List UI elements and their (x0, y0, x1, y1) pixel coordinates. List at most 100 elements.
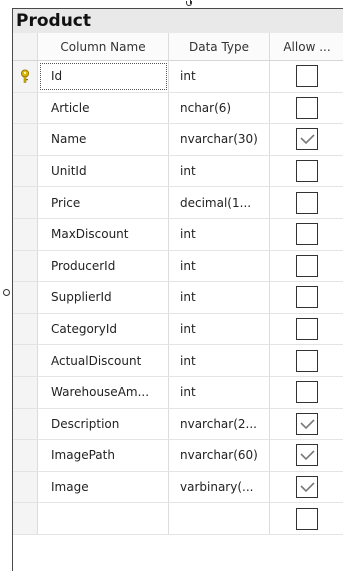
column-row[interactable]: Id int (13, 61, 343, 93)
column-name-cell[interactable]: ImagePath (38, 440, 169, 471)
allow-nulls-cell (270, 93, 343, 124)
row-selector[interactable] (13, 187, 38, 218)
data-type-cell[interactable]: nvarchar(60) (169, 440, 270, 471)
allow-nulls-header[interactable]: Allow ... (270, 33, 343, 60)
row-selector[interactable] (13, 61, 38, 92)
data-type-cell[interactable]: int (169, 313, 270, 345)
column-row[interactable]: MaxDiscount int (13, 218, 343, 251)
row-selector[interactable] (13, 408, 38, 440)
column-row[interactable]: ActualDiscount int (13, 345, 343, 377)
column-name-header[interactable]: Column Name (38, 33, 169, 60)
column-name-cell[interactable]: ActualDiscount (38, 345, 169, 376)
column-name-cell[interactable]: Name (38, 124, 169, 155)
row-selector[interactable] (13, 124, 38, 155)
allow-nulls-cell (270, 503, 343, 534)
column-row[interactable]: CategoryId int (13, 313, 343, 346)
row-selector[interactable] (13, 250, 38, 282)
checkmark-icon (300, 419, 315, 429)
relationship-anchor[interactable] (3, 289, 10, 296)
allow-nulls-checkbox[interactable] (296, 65, 318, 88)
row-selector[interactable] (13, 92, 38, 124)
row-selector[interactable] (13, 282, 38, 313)
row-selector[interactable] (13, 345, 38, 376)
allow-nulls-checkbox[interactable] (296, 507, 318, 530)
allow-nulls-checkbox[interactable] (296, 412, 318, 435)
data-type-header[interactable]: Data Type (169, 33, 270, 60)
row-selector[interactable] (13, 376, 38, 408)
data-type-cell[interactable]: int (169, 218, 270, 250)
column-row[interactable]: WarehouseAm... int (13, 376, 343, 409)
column-name-cell[interactable]: MaxDiscount (38, 218, 169, 250)
data-type-cell[interactable]: int (169, 61, 270, 92)
allow-nulls-checkbox[interactable] (296, 286, 318, 309)
allow-nulls-checkbox[interactable] (296, 381, 318, 404)
data-type-cell[interactable]: nvarchar(30) (169, 124, 270, 155)
allow-nulls-cell (270, 187, 343, 218)
row-selector[interactable] (13, 218, 38, 250)
column-row[interactable]: SupplierId int (13, 282, 343, 314)
column-row[interactable] (13, 503, 343, 535)
allow-nulls-cell (270, 61, 343, 92)
column-name-cell[interactable]: UnitId (38, 155, 169, 187)
allow-nulls-checkbox[interactable] (296, 349, 318, 372)
data-type-cell[interactable]: int (169, 376, 270, 408)
column-name-cell[interactable]: Id (38, 61, 169, 92)
column-row[interactable]: Price decimal(1... (13, 187, 343, 219)
row-selector[interactable] (13, 440, 38, 471)
allow-nulls-checkbox[interactable] (296, 318, 318, 341)
row-selector[interactable] (13, 471, 38, 503)
column-name-cell[interactable]: CategoryId (38, 313, 169, 345)
allow-nulls-cell (270, 377, 343, 408)
allow-nulls-checkbox[interactable] (296, 444, 318, 467)
table-title[interactable]: Product (13, 9, 343, 33)
allow-nulls-checkbox[interactable] (296, 160, 318, 183)
row-selector[interactable] (13, 155, 38, 187)
column-row[interactable]: ImagePath nvarchar(60) (13, 440, 343, 472)
row-selector-header[interactable] (13, 33, 38, 60)
column-name-cell[interactable]: WarehouseAm... (38, 376, 169, 408)
column-name-cell[interactable] (38, 503, 169, 534)
column-name-cell[interactable]: ProducerId (38, 250, 169, 282)
relationship-end-cap (186, 1, 192, 6)
empty-area (13, 535, 343, 571)
row-selector[interactable] (13, 503, 38, 534)
allow-nulls-cell (270, 409, 343, 440)
allow-nulls-cell (270, 156, 343, 187)
allow-nulls-checkbox[interactable] (296, 128, 318, 151)
data-type-cell[interactable]: int (169, 155, 270, 187)
data-type-cell[interactable]: nchar(6) (169, 92, 270, 124)
column-row[interactable]: Article nchar(6) (13, 92, 343, 125)
column-name-cell[interactable]: SupplierId (38, 282, 169, 313)
allow-nulls-cell (270, 282, 343, 313)
allow-nulls-cell (270, 472, 343, 503)
data-type-cell[interactable]: varbinary(... (169, 471, 270, 503)
column-row[interactable]: UnitId int (13, 155, 343, 188)
allow-nulls-cell (270, 440, 343, 471)
checkmark-icon (300, 482, 315, 493)
column-row[interactable]: Name nvarchar(30) (13, 124, 343, 156)
allow-nulls-cell (270, 345, 343, 376)
column-row[interactable]: Description nvarchar(2... (13, 408, 343, 441)
table-designer[interactable]: Product Column Name Data Type Allow ... … (12, 8, 343, 571)
column-row[interactable]: Image varbinary(... (13, 471, 343, 504)
allow-nulls-checkbox[interactable] (296, 223, 318, 246)
allow-nulls-checkbox[interactable] (296, 254, 318, 277)
column-name-cell[interactable]: Article (38, 92, 169, 124)
data-type-cell[interactable] (169, 503, 270, 534)
data-type-cell[interactable]: int (169, 250, 270, 282)
allow-nulls-cell (270, 124, 343, 155)
data-type-cell[interactable]: int (169, 345, 270, 376)
allow-nulls-checkbox[interactable] (296, 476, 318, 499)
data-type-cell[interactable]: int (169, 282, 270, 313)
column-name-cell[interactable]: Description (38, 408, 169, 440)
row-selector[interactable] (13, 313, 38, 345)
allow-nulls-checkbox[interactable] (296, 191, 318, 214)
checkmark-icon (300, 134, 315, 145)
column-name-cell[interactable]: Price (38, 187, 169, 218)
allow-nulls-checkbox[interactable] (296, 96, 318, 119)
data-type-cell[interactable]: decimal(1... (169, 187, 270, 218)
column-name-cell[interactable]: Image (38, 471, 169, 503)
data-type-cell[interactable]: nvarchar(2... (169, 408, 270, 440)
allow-nulls-cell (270, 314, 343, 345)
column-row[interactable]: ProducerId int (13, 250, 343, 283)
